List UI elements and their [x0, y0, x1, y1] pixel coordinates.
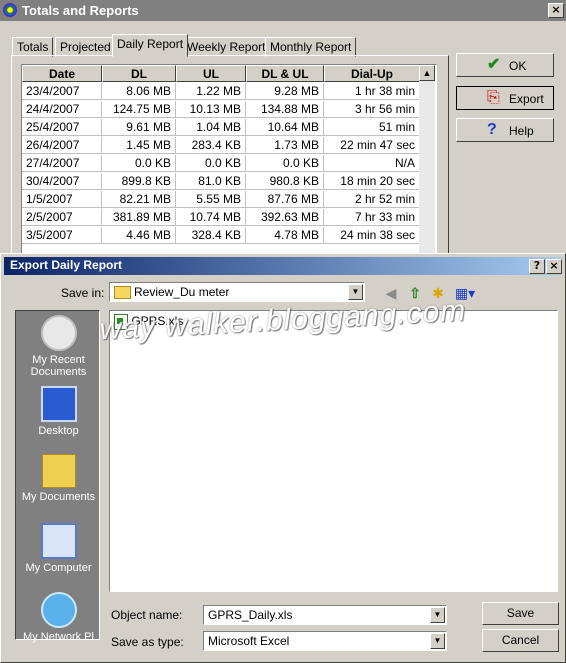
- column-header-date[interactable]: Date: [22, 65, 102, 82]
- column-header-dl[interactable]: DL: [102, 65, 176, 82]
- place-desktop[interactable]: Desktop: [16, 386, 101, 437]
- table-cell: 24 min 38 sec: [324, 227, 420, 244]
- ok-button[interactable]: ✔ OK: [456, 53, 554, 77]
- tab-weekly-report[interactable]: Weekly Report: [182, 37, 271, 57]
- cancel-button[interactable]: Cancel: [482, 629, 559, 652]
- export-dialog-title-bar[interactable]: Export Daily Report ? ×: [4, 257, 562, 275]
- table-cell: 1.04 MB: [176, 119, 246, 136]
- table-cell: 26/4/2007: [22, 137, 102, 154]
- table-cell: 18 min 20 sec: [324, 173, 420, 190]
- table-cell: 30/4/2007: [22, 173, 102, 190]
- table-cell: 392.63 MB: [246, 209, 324, 226]
- help-button[interactable]: ? Help: [456, 118, 554, 142]
- table-cell: 4.78 MB: [246, 227, 324, 244]
- table-cell: 1.45 MB: [102, 137, 176, 154]
- my-network-icon: [40, 592, 77, 628]
- column-header-dl-ul[interactable]: DL & UL: [246, 65, 324, 82]
- table-cell: 23/4/2007: [22, 83, 102, 100]
- tab-projected[interactable]: Projected: [55, 37, 116, 57]
- du-meter-icon: [3, 3, 17, 17]
- table-cell: 51 min: [324, 119, 420, 136]
- table-cell: 1/5/2007: [22, 191, 102, 208]
- place-my-computer[interactable]: My Computer: [16, 523, 101, 574]
- table-cell: 25/4/2007: [22, 119, 102, 136]
- table-cell: 10.74 MB: [176, 209, 246, 226]
- help-icon: ?: [487, 121, 497, 138]
- table-cell: 0.0 KB: [102, 155, 176, 172]
- object-name-field[interactable]: GPRS_Daily.xls ▼: [203, 605, 447, 625]
- export-icon: ⎘: [487, 89, 500, 106]
- table-cell: 1.22 MB: [176, 83, 246, 100]
- save-in-label: Save in:: [61, 286, 105, 300]
- table-cell: 124.75 MB: [102, 101, 176, 118]
- object-name-label: Object name:: [111, 608, 183, 622]
- export-close-button[interactable]: ×: [546, 259, 562, 274]
- ok-check-icon: ✔: [487, 56, 501, 73]
- recent-documents-icon: [40, 315, 77, 351]
- chevron-down-icon[interactable]: ▼: [430, 607, 445, 623]
- column-header-ul[interactable]: UL: [176, 65, 246, 82]
- table-cell: 134.88 MB: [246, 101, 324, 118]
- save-as-type-dropdown[interactable]: Microsoft Excel ▼: [203, 631, 447, 651]
- context-help-button[interactable]: ?: [529, 259, 545, 274]
- save-in-dropdown[interactable]: Review_Du meter ▼: [109, 282, 365, 302]
- scroll-up-arrow-icon[interactable]: ▲: [419, 65, 435, 81]
- table-cell: 81.0 KB: [176, 173, 246, 190]
- tab-monthly-report[interactable]: Monthly Report: [265, 37, 357, 57]
- table-cell: 87.76 MB: [246, 191, 324, 208]
- place-my-network[interactable]: My Network Pl: [16, 592, 101, 643]
- places-bar: My Recent Documents Desktop My Documents…: [15, 310, 101, 643]
- table-cell: 899.8 KB: [102, 173, 176, 190]
- desktop-icon: [40, 386, 77, 422]
- totals-window-title: Totals and Reports: [22, 3, 139, 18]
- table-vertical-scrollbar[interactable]: ▲: [419, 65, 435, 263]
- table-cell: 82.21 MB: [102, 191, 176, 208]
- table-cell: 10.13 MB: [176, 101, 246, 118]
- export-button[interactable]: ⎘ Export: [456, 86, 554, 110]
- place-my-recent-documents[interactable]: My Recent Documents: [16, 315, 101, 378]
- daily-report-table: Date DL UL DL & UL Dial-Up 23/4/2007 8.06…: [21, 64, 437, 266]
- place-my-documents[interactable]: My Documents: [16, 454, 101, 503]
- table-cell: N/A: [324, 155, 420, 172]
- table-cell: 4.46 MB: [102, 227, 176, 244]
- folder-icon: [114, 286, 131, 299]
- table-cell: 9.61 MB: [102, 119, 176, 136]
- table-cell: 1 hr 38 min: [324, 83, 420, 100]
- table-cell: 2/5/2007: [22, 209, 102, 226]
- save-as-type-label: Save as type:: [111, 635, 184, 649]
- totals-close-button[interactable]: ×: [548, 3, 564, 18]
- tab-daily-report[interactable]: Daily Report: [112, 34, 189, 57]
- save-button[interactable]: Save: [482, 602, 559, 625]
- table-cell: 328.4 KB: [176, 227, 246, 244]
- table-cell: 0.0 KB: [176, 155, 246, 172]
- my-documents-icon: [41, 454, 76, 488]
- table-cell: 3/5/2007: [22, 227, 102, 244]
- table-cell: 0.0 KB: [246, 155, 324, 172]
- table-cell: 8.06 MB: [102, 83, 176, 100]
- table-cell: 10.64 MB: [246, 119, 324, 136]
- table-cell: 22 min 47 sec: [324, 137, 420, 154]
- chevron-down-icon[interactable]: ▼: [348, 284, 363, 300]
- export-dialog-title: Export Daily Report: [10, 258, 123, 272]
- table-cell: 9.28 MB: [246, 83, 324, 100]
- table-cell: 381.89 MB: [102, 209, 176, 226]
- table-cell: 3 hr 56 min: [324, 101, 420, 118]
- table-cell: 2 hr 52 min: [324, 191, 420, 208]
- chevron-down-icon[interactable]: ▼: [430, 633, 445, 649]
- table-cell: 7 hr 33 min: [324, 209, 420, 226]
- table-cell: 980.8 KB: [246, 173, 324, 190]
- table-cell: 283.4 KB: [176, 137, 246, 154]
- column-header-dial-up[interactable]: Dial-Up: [324, 65, 420, 82]
- table-cell: 24/4/2007: [22, 101, 102, 118]
- table-cell: 5.55 MB: [176, 191, 246, 208]
- totals-title-bar[interactable]: Totals and Reports ×: [0, 0, 566, 21]
- tab-totals[interactable]: Totals: [12, 37, 54, 57]
- my-computer-icon: [40, 523, 77, 559]
- table-cell: 27/4/2007: [22, 155, 102, 172]
- table-cell: 1.73 MB: [246, 137, 324, 154]
